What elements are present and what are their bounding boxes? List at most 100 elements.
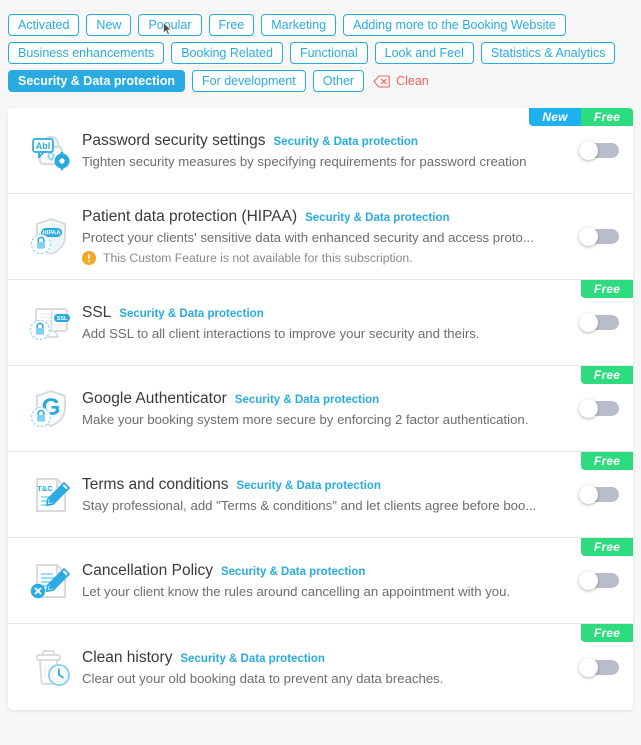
badge-group: Free [581,366,633,384]
feature-toggle[interactable] [579,485,619,504]
toggle-knob [579,657,598,677]
badge-new: New [529,108,581,126]
badge-group: Free [581,624,633,642]
clean-filters-button[interactable]: Clean [373,74,429,88]
filter-tag-business-enhancements[interactable]: Business enhancements [8,42,165,64]
filter-tag-activated[interactable]: Activated [8,14,80,36]
feature-toggle[interactable] [579,141,619,160]
filter-tag-adding-more-to-the-booking-website[interactable]: Adding more to the Booking Website [343,14,566,36]
feature-row[interactable]: Free SSL SSL Security & Data protection … [8,280,633,366]
badge-group: Free [581,538,633,556]
badge-free: Free [581,538,633,556]
toggle-knob [579,227,598,246]
badge-free: Free [581,452,633,470]
feature-toggle[interactable] [579,227,619,246]
feature-row[interactable]: HIPAA Patient data protection (HIPAA) Se… [8,194,633,280]
filter-tag-popular[interactable]: Popular [138,14,202,36]
feature-body: Cancellation Policy Security & Data prot… [82,562,571,599]
feature-toggle[interactable] [579,657,619,677]
filter-tag-functional[interactable]: Functional [289,42,368,64]
feature-row[interactable]: Free G Google Authenticator Security & D… [8,366,633,452]
feature-title-line: Password security settings Security & Da… [82,132,559,150]
feature-description: Make your booking system more secure by … [82,412,529,427]
feature-description: Clear out your old booking data to preve… [82,670,444,686]
feature-toggle-wrap [571,313,619,332]
feature-row[interactable]: New Free Abl Password security settings S… [8,108,633,194]
feature-title: Google Authenticator [82,390,227,407]
feature-notice-text: This Custom Feature is not available for… [103,251,413,265]
feature-title-line: Clean history Security & Data protection [82,649,559,667]
badge-group: New Free [529,108,633,126]
toggle-knob [579,571,598,590]
password-lock-icon: Abl [20,128,82,174]
toggle-knob [579,399,598,418]
feature-toggle-wrap [571,571,619,590]
feature-title: SSL [82,304,112,321]
badge-free: Free [581,108,633,126]
feature-toggle[interactable] [579,571,619,590]
feature-body: Password security settings Security & Da… [82,132,571,169]
feature-title-line: Patient data protection (HIPAA) Security… [82,208,559,226]
feature-toggle-wrap [571,227,619,246]
feature-body: Patient data protection (HIPAA) Security… [82,208,571,265]
feature-title-line: SSL Security & Data protection [82,304,559,322]
filter-tag-security-data-protection[interactable]: Security & Data protection [8,70,185,92]
feature-toggle[interactable] [579,399,619,418]
feature-row[interactable]: Free Cancellation Policy Security & Data… [8,538,633,624]
filter-tag-marketing[interactable]: Marketing [261,14,337,36]
filter-tag-other[interactable]: Other [312,70,365,92]
feature-row[interactable]: Free Clean history Security & Data prote… [8,624,633,710]
filter-tag-free[interactable]: Free [208,14,255,36]
badge-group: Free [581,280,633,298]
feature-title: Clean history [82,648,173,666]
feature-category[interactable]: Security & Data protection [305,212,449,224]
feature-toggle-wrap [571,141,619,160]
svg-text:T&C: T&C [37,484,53,493]
filter-tag-statistics-analytics[interactable]: Statistics & Analytics [480,42,616,64]
feature-description: Stay professional, add "Terms & conditio… [82,498,537,513]
feature-title: Patient data protection (HIPAA) [82,208,298,225]
filter-tag-look-and-feel[interactable]: Look and Feel [374,42,474,64]
backspace-icon [373,74,390,88]
feature-category[interactable]: Security & Data protection [235,394,379,406]
feature-toggle-wrap [571,399,619,418]
clean-label: Clean [396,74,429,88]
feature-body: Terms and conditions Security & Data pro… [82,476,571,513]
google-authenticator-icon: G [20,386,82,432]
feature-title-line: Cancellation Policy Security & Data prot… [82,562,559,580]
cancellation-document-icon [20,558,82,604]
feature-body: SSL Security & Data protection Add SSL t… [82,304,571,341]
hipaa-shield-icon: HIPAA [20,214,82,260]
clean-history-trash-icon [20,644,82,690]
feature-category[interactable]: Security & Data protection [274,136,418,148]
feature-description: Let your client know the rules around ca… [82,584,511,599]
svg-text:Abl: Abl [36,141,51,151]
svg-text:SSL: SSL [57,316,68,322]
feature-category[interactable]: Security & Data protection [221,566,365,578]
badge-free: Free [581,366,633,384]
feature-row[interactable]: Free T&C Terms and conditions Security &… [8,452,633,538]
feature-title: Cancellation Policy [82,562,213,579]
feature-toggle-wrap [571,657,619,677]
filter-tag-new[interactable]: New [86,14,132,36]
feature-description: Add SSL to all client interactions to im… [82,326,480,341]
feature-description: Tighten security measures by specifying … [82,154,527,169]
toggle-knob [579,313,598,332]
toggle-knob [579,485,598,504]
badge-free: Free [581,280,633,298]
feature-category[interactable]: Security & Data protection [236,480,380,492]
badge-free: Free [581,624,633,642]
feature-title: Terms and conditions [82,476,229,493]
feature-body: Google Authenticator Security & Data pro… [82,390,571,427]
feature-category[interactable]: Security & Data protection [180,653,324,665]
terms-document-icon: T&C [20,472,82,518]
feature-category[interactable]: Security & Data protection [119,308,263,320]
filter-tag-bar: Activated New Popular Free Marketing Adding m… [0,0,641,98]
filter-tag-booking-related[interactable]: Booking Related [171,42,283,64]
feature-title-line: Google Authenticator Security & Data pro… [82,390,559,408]
feature-toggle[interactable] [579,313,619,332]
filter-tag-for-development[interactable]: For development [191,70,306,92]
badge-group: Free [581,452,633,470]
feature-toggle-wrap [571,485,619,504]
warning-icon [82,251,96,265]
